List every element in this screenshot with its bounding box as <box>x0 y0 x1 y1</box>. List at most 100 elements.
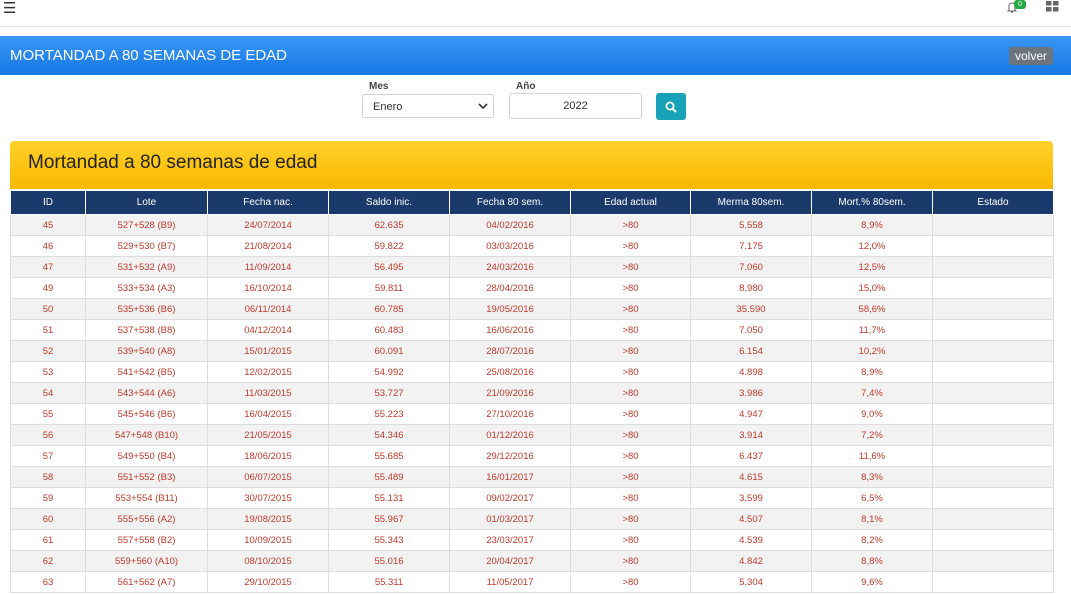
cell-mort-pct-80sem: 11,7% <box>811 319 933 341</box>
year-input[interactable]: 2022 <box>509 93 642 119</box>
table-row[interactable]: 46 529+530 (B7) 21/08/2014 59.822 03/03/2016… <box>10 235 1054 257</box>
cell-merma-80sem: 6.154 <box>690 340 812 362</box>
column-header-mort-pct-80sem[interactable]: Mort.% 80sem. <box>811 190 933 215</box>
cell-fecha-80-sem: 28/04/2016 <box>449 277 571 299</box>
cell-id: 50 <box>10 298 86 320</box>
cell-fecha-nac: 04/12/2014 <box>207 319 329 341</box>
cell-lote: 539+540 (A8) <box>85 340 208 362</box>
cell-lote: 553+554 (B11) <box>85 487 208 509</box>
cell-id: 63 <box>10 571 86 593</box>
table-row[interactable]: 49 533+534 (A3) 16/10/2014 59.811 28/04/2016… <box>10 277 1054 299</box>
cell-merma-80sem: 4.615 <box>690 466 812 488</box>
cell-estado <box>932 529 1054 551</box>
column-header-estado[interactable]: Estado <box>932 190 1054 215</box>
cell-estado <box>932 340 1054 362</box>
cell-edad-actual: >80 <box>570 571 691 593</box>
cell-fecha-80-sem: 11/05/2017 <box>449 571 571 593</box>
mortality-table: ID Lote Fecha nac. Saldo inic. Fecha 80 … <box>10 190 1054 593</box>
month-select[interactable]: Enero <box>362 94 494 118</box>
cell-merma-80sem: 3.914 <box>690 424 812 446</box>
back-button[interactable]: volver <box>1008 47 1053 65</box>
cell-id: 57 <box>10 445 86 467</box>
cell-fecha-nac: 16/10/2014 <box>207 277 329 299</box>
table-row[interactable]: 45 527+528 (B9) 24/07/2014 62.635 04/02/2016… <box>10 214 1054 236</box>
table-row[interactable]: 53 541+542 (B5) 12/02/2015 54.992 25/08/2016… <box>10 361 1054 383</box>
table-row[interactable]: 54 543+544 (A6) 11/03/2015 53.727 21/09/2016… <box>10 382 1054 404</box>
panel-header: Mortandad a 80 semanas de edad <box>10 141 1053 189</box>
cell-saldo-inic: 54.992 <box>328 361 450 383</box>
cell-lote: 529+530 (B7) <box>85 235 208 257</box>
column-header-merma-80sem[interactable]: Merma 80sem. <box>690 190 812 215</box>
cell-edad-actual: >80 <box>570 382 691 404</box>
cell-fecha-nac: 06/11/2014 <box>207 298 329 320</box>
cell-merma-80sem: 7.050 <box>690 319 812 341</box>
cell-mort-pct-80sem: 12,5% <box>811 256 933 278</box>
column-header-lote[interactable]: Lote <box>85 190 208 215</box>
table-row[interactable]: 51 537+538 (B8) 04/12/2014 60.483 16/06/2016… <box>10 319 1054 341</box>
search-button[interactable] <box>656 93 686 120</box>
cell-fecha-80-sem: 29/12/2016 <box>449 445 571 467</box>
cell-mort-pct-80sem: 6,5% <box>811 487 933 509</box>
table-row[interactable]: 62 559+560 (A10) 08/10/2015 55.016 20/04/201… <box>10 550 1054 572</box>
table-row[interactable]: 61 557+558 (B2) 10/09/2015 55.343 23/03/2017… <box>10 529 1054 551</box>
table-row[interactable]: 60 555+556 (A2) 19/08/2015 55.967 01/03/2017… <box>10 508 1054 530</box>
cell-merma-80sem: 6.437 <box>690 445 812 467</box>
cell-fecha-80-sem: 01/03/2017 <box>449 508 571 530</box>
table-row[interactable]: 56 547+548 (B10) 21/05/2015 54.346 01/12/201… <box>10 424 1054 446</box>
cell-merma-80sem: 4.898 <box>690 361 812 383</box>
cell-mort-pct-80sem: 10,2% <box>811 340 933 362</box>
cell-lote: 549+550 (B4) <box>85 445 208 467</box>
table-row[interactable]: 47 531+532 (A9) 11/09/2014 56.495 24/03/2016… <box>10 256 1054 278</box>
column-header-id[interactable]: ID <box>10 190 86 215</box>
table-row[interactable]: 50 535+536 (B6) 06/11/2014 60.785 19/05/2016… <box>10 298 1054 320</box>
table-row[interactable]: 63 561+562 (A7) 29/10/2015 55.311 11/05/2017… <box>10 571 1054 593</box>
table-row[interactable]: 52 539+540 (A8) 15/01/2015 60.091 28/07/2016… <box>10 340 1054 362</box>
cell-saldo-inic: 60.785 <box>328 298 450 320</box>
table-row[interactable]: 55 545+546 (B6) 16/04/2015 55.223 27/10/2016… <box>10 403 1054 425</box>
cell-merma-80sem: 3.986 <box>690 382 812 404</box>
cell-fecha-80-sem: 09/02/2017 <box>449 487 571 509</box>
cell-id: 54 <box>10 382 86 404</box>
cell-merma-80sem: 7.060 <box>690 256 812 278</box>
cell-estado <box>932 256 1054 278</box>
cell-edad-actual: >80 <box>570 403 691 425</box>
top-navbar: ☰ 0 <box>0 0 1071 27</box>
cell-estado <box>932 361 1054 383</box>
cell-edad-actual: >80 <box>570 445 691 467</box>
cell-id: 46 <box>10 235 86 257</box>
cell-edad-actual: >80 <box>570 466 691 488</box>
cell-lote: 559+560 (A10) <box>85 550 208 572</box>
cell-merma-80sem: 4.842 <box>690 550 812 572</box>
cell-edad-actual: >80 <box>570 214 691 236</box>
cell-lote: 541+542 (B5) <box>85 361 208 383</box>
hamburger-icon[interactable]: ☰ <box>3 1 16 16</box>
cell-fecha-nac: 24/07/2014 <box>207 214 329 236</box>
cell-edad-actual: >80 <box>570 277 691 299</box>
cell-estado <box>932 550 1054 572</box>
cell-lote: 561+562 (A7) <box>85 571 208 593</box>
search-icon <box>665 101 677 113</box>
page-title: MORTANDAD A 80 SEMANAS DE EDAD <box>10 47 288 64</box>
cell-estado <box>932 466 1054 488</box>
cell-lote: 547+548 (B10) <box>85 424 208 446</box>
cell-saldo-inic: 60.091 <box>328 340 450 362</box>
cell-estado <box>932 445 1054 467</box>
column-header-edad-actual[interactable]: Edad actual <box>570 190 691 215</box>
table-row[interactable]: 59 553+554 (B11) 30/07/2015 55.131 09/02/201… <box>10 487 1054 509</box>
cell-merma-80sem: 8.980 <box>690 277 812 299</box>
cell-estado <box>932 382 1054 404</box>
cell-lote: 551+552 (B3) <box>85 466 208 488</box>
cell-fecha-nac: 21/05/2015 <box>207 424 329 446</box>
cell-fecha-nac: 15/01/2015 <box>207 340 329 362</box>
table-row[interactable]: 58 551+552 (B3) 06/07/2015 55.489 16/01/2017… <box>10 466 1054 488</box>
cell-lote: 537+538 (B8) <box>85 319 208 341</box>
cell-merma-80sem: 4.539 <box>690 529 812 551</box>
month-select-value: Enero <box>373 101 403 113</box>
table-row[interactable]: 57 549+550 (B4) 18/06/2015 55.685 29/12/2016… <box>10 445 1054 467</box>
grid-icon[interactable] <box>1046 1 1059 12</box>
column-header-fecha-nac[interactable]: Fecha nac. <box>207 190 329 215</box>
column-header-saldo-inic[interactable]: Saldo inic. <box>328 190 450 215</box>
column-header-fecha-80-sem[interactable]: Fecha 80 sem. <box>449 190 571 215</box>
cell-fecha-80-sem: 27/10/2016 <box>449 403 571 425</box>
cell-estado <box>932 403 1054 425</box>
